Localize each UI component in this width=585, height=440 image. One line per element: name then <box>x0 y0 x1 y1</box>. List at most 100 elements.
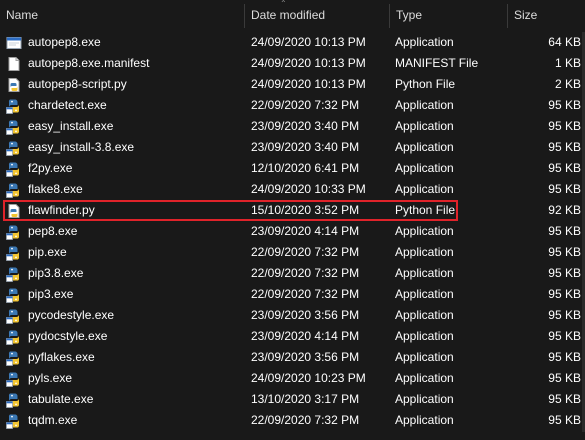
python-exe-icon <box>6 329 22 345</box>
file-size: 92 KB <box>548 203 581 217</box>
file-size: 95 KB <box>548 266 581 280</box>
file-name: tqdm.exe <box>28 413 78 427</box>
file-type: Application <box>395 161 454 175</box>
file-size: 95 KB <box>548 182 581 196</box>
file-name: flawfinder.py <box>28 203 95 217</box>
file-name: pycodestyle.exe <box>28 308 115 322</box>
file-date-modified: 24/09/2020 10:23 PM <box>251 371 366 385</box>
column-header-date-label: Date modified <box>251 8 326 22</box>
file-row[interactable]: tqdm.exe 22/09/2020 7:32 PM Application 95 … <box>0 410 585 431</box>
file-size: 95 KB <box>548 224 581 238</box>
file-date-modified: 23/09/2020 4:14 PM <box>251 329 360 343</box>
python-exe-icon <box>6 98 22 114</box>
column-header-name-label: Name <box>6 8 39 22</box>
file-type: MANIFEST File <box>395 56 479 70</box>
file-name: autopep8-script.py <box>28 77 127 91</box>
file-name: pip3.exe <box>28 287 74 301</box>
file-row[interactable]: pep8.exe 23/09/2020 4:14 PM Application 95 … <box>0 221 585 242</box>
file-row[interactable]: pip.exe 22/09/2020 7:32 PM Application 95 K… <box>0 242 585 263</box>
file-size: 95 KB <box>548 161 581 175</box>
file-date-modified: 13/10/2020 3:17 PM <box>251 392 360 406</box>
python-exe-icon <box>6 287 22 303</box>
file-name: f2py.exe <box>28 161 73 175</box>
file-row[interactable]: autopep8.exe 24/09/2020 10:13 PM Applicati… <box>0 32 585 53</box>
file-date-modified: 22/09/2020 7:32 PM <box>251 287 360 301</box>
file-name: pyflakes.exe <box>28 350 95 364</box>
file-size: 95 KB <box>548 140 581 154</box>
file-type: Application <box>395 140 454 154</box>
file-size: 95 KB <box>548 308 581 322</box>
file-row[interactable]: f2py.exe 12/10/2020 6:41 PM Application 95 … <box>0 158 585 179</box>
file-row[interactable]: tabulate.exe 13/10/2020 3:17 PM Applicatio… <box>0 389 585 410</box>
file-explorer-window: Name ⌃ Date modified Type Size autopep8.… <box>0 0 585 440</box>
file-row[interactable]: pyflakes.exe 23/09/2020 3:56 PM Applicatio… <box>0 347 585 368</box>
file-type: Application <box>395 413 454 427</box>
file-name: tabulate.exe <box>28 392 94 406</box>
file-size: 2 KB <box>554 77 581 91</box>
file-name: chardetect.exe <box>28 98 107 112</box>
file-name: pyls.exe <box>28 371 73 385</box>
python-exe-icon <box>6 182 22 198</box>
python-exe-icon <box>6 392 22 408</box>
file-type: Application <box>395 245 454 259</box>
file-size: 95 KB <box>548 413 581 427</box>
file-date-modified: 22/09/2020 7:32 PM <box>251 266 360 280</box>
column-header-bar: Name ⌃ Date modified Type Size <box>0 0 585 30</box>
file-date-modified: 24/09/2020 10:13 PM <box>251 56 366 70</box>
file-type: Application <box>395 35 454 49</box>
file-size: 64 KB <box>548 35 581 49</box>
file-type: Application <box>395 308 454 322</box>
column-header-date[interactable]: Date modified <box>245 0 389 30</box>
file-date-modified: 22/09/2020 7:32 PM <box>251 98 360 112</box>
python-exe-icon <box>6 371 22 387</box>
file-row[interactable]: pyls.exe 24/09/2020 10:23 PM Application 95… <box>0 368 585 389</box>
file-size: 95 KB <box>548 329 581 343</box>
file-date-modified: 12/10/2020 6:41 PM <box>251 161 360 175</box>
file-name: pep8.exe <box>28 224 78 238</box>
python-exe-icon <box>6 350 22 366</box>
file-name: pip.exe <box>28 245 67 259</box>
file-date-modified: 23/09/2020 3:40 PM <box>251 140 360 154</box>
column-header-name[interactable]: Name <box>0 0 244 30</box>
file-row[interactable]: pycodestyle.exe 23/09/2020 3:56 PM Applica… <box>0 305 585 326</box>
file-date-modified: 24/09/2020 10:33 PM <box>251 182 366 196</box>
file-type: Python File <box>395 203 456 217</box>
file-type: Python File <box>395 77 456 91</box>
file-type: Application <box>395 287 454 301</box>
file-row[interactable]: pip3.exe 22/09/2020 7:32 PM Application 95 … <box>0 284 585 305</box>
column-header-size[interactable]: Size <box>508 0 585 30</box>
file-size: 95 KB <box>548 287 581 301</box>
file-row[interactable]: pip3.8.exe 22/09/2020 7:32 PM Application 9… <box>0 263 585 284</box>
file-size: 95 KB <box>548 98 581 112</box>
file-size: 95 KB <box>548 371 581 385</box>
python-exe-icon <box>6 245 22 261</box>
file-size: 1 KB <box>554 56 581 70</box>
file-size: 95 KB <box>548 245 581 259</box>
file-type: Application <box>395 119 454 133</box>
file-row[interactable]: easy_install.exe 23/09/2020 3:40 PM Applic… <box>0 116 585 137</box>
column-header-type[interactable]: Type <box>390 0 507 30</box>
file-row[interactable]: autopep8-script.py 24/09/2020 10:13 PM Pyt… <box>0 74 585 95</box>
document-icon <box>6 56 22 72</box>
file-row[interactable]: flake8.exe 24/09/2020 10:33 PM Application… <box>0 179 585 200</box>
file-row-selected[interactable]: flawfinder.py 15/10/2020 3:52 PM Python Fi… <box>0 200 585 221</box>
file-type: Application <box>395 392 454 406</box>
file-type: Application <box>395 329 454 343</box>
file-size: 95 KB <box>548 350 581 364</box>
python-exe-icon <box>6 266 22 282</box>
file-row[interactable]: easy_install-3.8.exe 23/09/2020 3:40 PM Ap… <box>0 137 585 158</box>
file-row[interactable]: pydocstyle.exe 23/09/2020 4:14 PM Applicat… <box>0 326 585 347</box>
python-exe-icon <box>6 161 22 177</box>
file-row[interactable]: autopep8.exe.manifest 24/09/2020 10:13 PM… <box>0 53 585 74</box>
python-exe-icon <box>6 119 22 135</box>
python-exe-icon <box>6 140 22 156</box>
column-header-size-label: Size <box>514 8 538 22</box>
python-exe-icon <box>6 308 22 324</box>
file-name: autopep8.exe.manifest <box>28 56 150 70</box>
file-name: flake8.exe <box>28 182 83 196</box>
file-row[interactable]: chardetect.exe 22/09/2020 7:32 PM Applicat… <box>0 95 585 116</box>
file-type: Application <box>395 224 454 238</box>
file-name: autopep8.exe <box>28 35 101 49</box>
file-size: 95 KB <box>548 392 581 406</box>
column-header-type-label: Type <box>396 8 423 22</box>
